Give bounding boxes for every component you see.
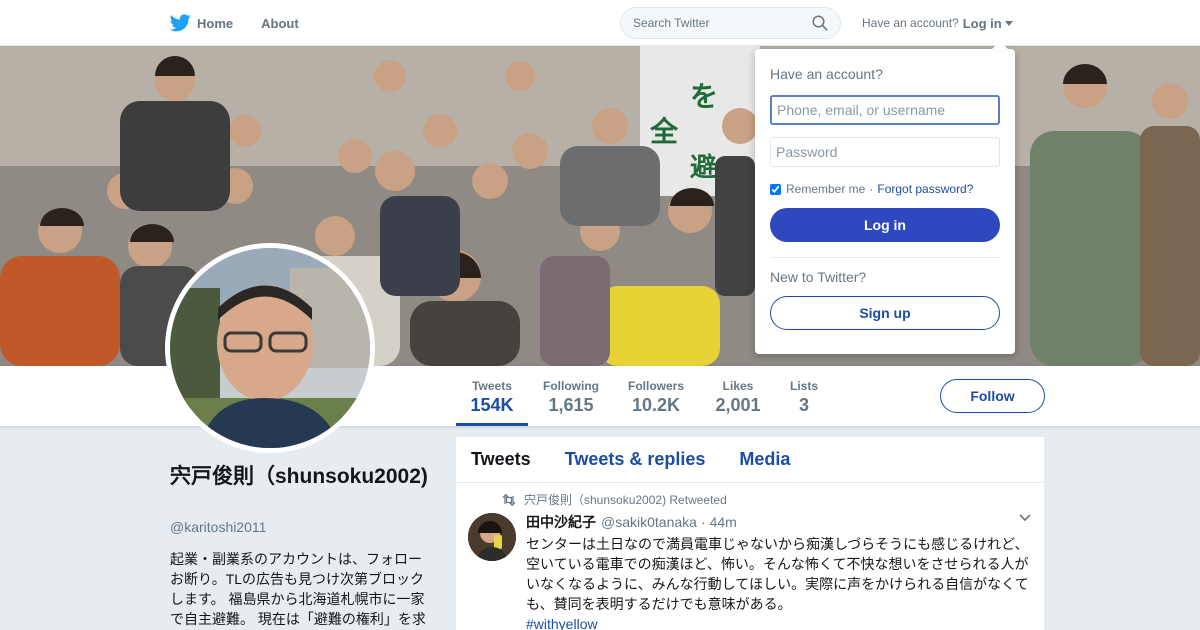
tab-tweets[interactable]: Tweets: [471, 449, 531, 470]
account-prompt: Have an account?: [862, 16, 959, 30]
retweet-icon: [502, 493, 516, 506]
stat-lists[interactable]: Lists 3: [784, 366, 824, 426]
tweet[interactable]: 宍戸俊則（shunsoku2002) Retweeted 田中沙紀子 @saki…: [456, 483, 1044, 630]
tweet-header: 田中沙紀子 @sakik0tanaka · 44m: [526, 512, 1032, 532]
svg-text:全: 全: [649, 115, 679, 148]
signup-button[interactable]: Sign up: [770, 296, 1000, 330]
stat-label: Lists: [789, 379, 818, 393]
tweet-hashtag[interactable]: #withyellow: [526, 614, 1032, 630]
tweet-separator: ·: [700, 514, 706, 530]
home-link[interactable]: Home: [170, 14, 233, 32]
home-label: Home: [197, 15, 234, 31]
timeline-tabs: Tweets Tweets & replies Media: [456, 437, 1044, 483]
stat-likes[interactable]: Likes 2,001: [708, 366, 768, 426]
profile-name: 宍戸俊則（shunsoku2002): [170, 465, 428, 488]
login-heading: Have an account?: [770, 66, 883, 82]
timeline: Tweets Tweets & replies Media 宍戸俊則（shuns…: [456, 437, 1044, 630]
login-button[interactable]: Log in: [770, 208, 1000, 242]
dropdown-arrow: [992, 41, 1008, 49]
forgot-password-link[interactable]: Forgot password?: [877, 182, 973, 196]
follow-button[interactable]: Follow: [940, 379, 1045, 413]
stat-label: Tweets: [472, 379, 512, 393]
stat-following[interactable]: Following 1,615: [538, 366, 604, 426]
search-box[interactable]: [620, 7, 841, 39]
stat-label: Followers: [627, 379, 684, 393]
about-link[interactable]: About: [261, 16, 299, 31]
username-field[interactable]: [770, 95, 1000, 125]
search-icon[interactable]: [812, 15, 828, 31]
stat-value: 10.2K: [631, 395, 681, 415]
profile-avatar[interactable]: [165, 243, 375, 453]
stat-tweets[interactable]: Tweets 154K: [456, 366, 528, 426]
stat-followers[interactable]: Followers 10.2K: [622, 366, 690, 426]
profile-bio: 起業・副業系のアカウントは、フォローお断り。TLの広告も見つけ次第ブロックします…: [170, 551, 426, 627]
dropdown-divider: [770, 257, 1000, 258]
login-dropdown: Have an account? Remember me · Forgot pa…: [755, 41, 1015, 354]
remember-separator: ·: [869, 182, 874, 196]
tab-tweets-and-replies[interactable]: Tweets & replies: [565, 449, 706, 470]
tweet-author-handle[interactable]: @sakik0tanaka: [601, 514, 697, 530]
tweet-text: センターは土日なので満員電車じゃないから痴漢しづらそうにも感じるけれど、空いてい…: [526, 536, 1029, 612]
remember-me-label[interactable]: Remember me: [786, 182, 865, 196]
stat-value: 2,001: [715, 395, 761, 415]
tab-media[interactable]: Media: [739, 449, 790, 470]
tweet-author-name[interactable]: 田中沙紀子: [526, 512, 596, 532]
stat-value: 3: [798, 395, 809, 415]
remember-me-checkbox[interactable]: [770, 183, 781, 195]
caret-down-icon[interactable]: [1004, 20, 1013, 26]
password-field[interactable]: [770, 137, 1000, 167]
top-navigation-bar: Home About Have an account? Log in: [0, 0, 1200, 46]
tweet-author-avatar[interactable]: [468, 513, 516, 561]
retweet-context: 宍戸俊則（shunsoku2002) Retweeted: [502, 491, 1032, 508]
avatar-photo: [170, 248, 370, 448]
search-input[interactable]: [633, 16, 803, 30]
retweet-note[interactable]: 宍戸俊則（shunsoku2002) Retweeted: [524, 491, 727, 508]
new-to-twitter-prompt: New to Twitter?: [770, 269, 867, 285]
stat-label: Following: [543, 379, 599, 393]
twitter-bird-icon: [170, 14, 191, 32]
stat-label: Likes: [722, 379, 754, 393]
svg-text:避: 避: [690, 152, 716, 183]
nav-left: Home About: [170, 0, 327, 46]
chevron-down-icon[interactable]: [1018, 513, 1032, 523]
profile-handle[interactable]: @karitoshi2011: [170, 519, 266, 535]
login-menu-toggle[interactable]: Log in: [963, 16, 1002, 31]
stat-value: 1,615: [548, 395, 594, 415]
stat-value: 154K: [470, 395, 514, 415]
tweet-timestamp[interactable]: 44m: [710, 514, 737, 530]
svg-text:を: を: [690, 80, 718, 113]
account-menu: Have an account? Log in: [862, 0, 1013, 46]
remember-row: Remember me · Forgot password?: [770, 182, 1000, 196]
